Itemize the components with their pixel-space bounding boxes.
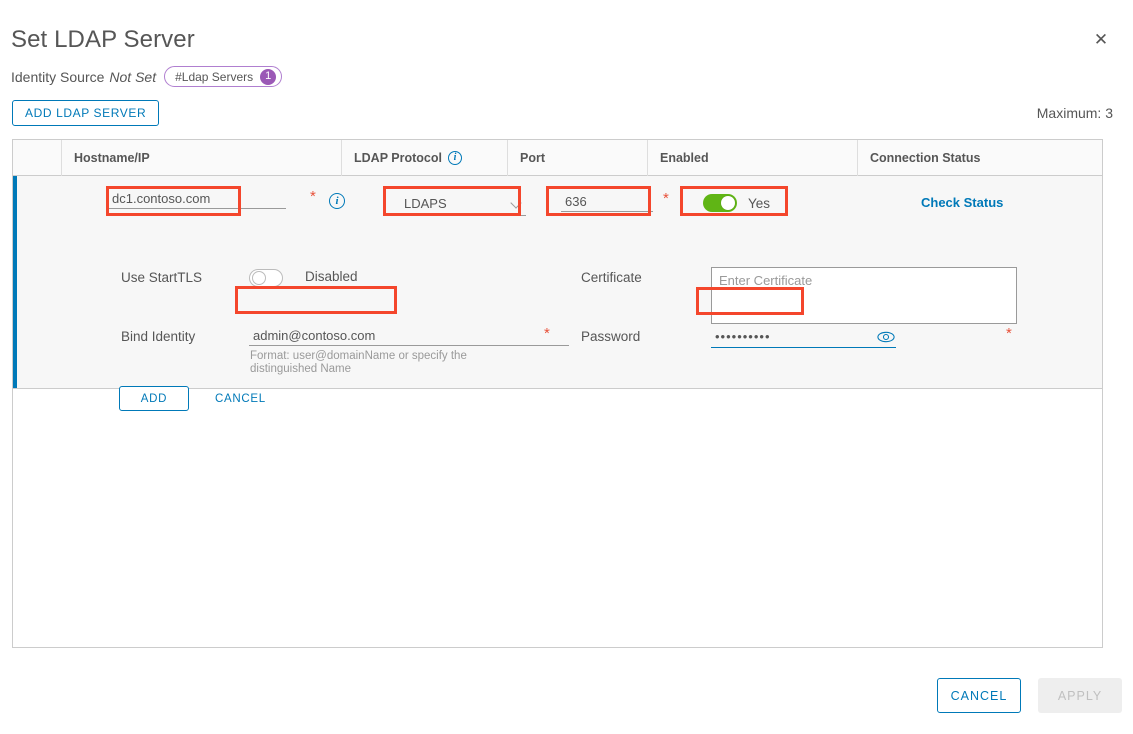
row-primary-fields: * i LDAPS * Yes Check Status: [13, 176, 1102, 228]
password-label: Password: [581, 329, 640, 344]
page-title: Set LDAP Server: [11, 26, 195, 54]
enabled-toggle-group: Yes: [703, 194, 770, 212]
set-ldap-server-dialog: Set LDAP Server ✕ Identity Source Not Se…: [0, 0, 1133, 734]
ldap-servers-badge-count: 1: [260, 69, 276, 85]
ldap-protocol-value: LDAPS: [404, 196, 447, 211]
column-header-port: Port: [507, 140, 647, 176]
port-required-marker: *: [663, 190, 669, 207]
column-header-select: [13, 140, 61, 176]
chevron-down-icon: [510, 197, 521, 208]
bind-identity-required-marker: *: [544, 325, 550, 342]
certificate-label: Certificate: [581, 270, 642, 285]
hostname-required-marker: *: [310, 188, 316, 205]
ldap-server-row-expanded: * i LDAPS * Yes Check Status Use StartTL…: [13, 176, 1102, 389]
cancel-button[interactable]: CANCEL: [937, 678, 1021, 713]
ldap-servers-badge-label: #Ldap Servers: [175, 70, 253, 84]
hostname-input[interactable]: [108, 189, 286, 209]
column-header-hostname: Hostname/IP: [61, 140, 341, 176]
add-button[interactable]: ADD: [119, 386, 189, 411]
enabled-toggle[interactable]: [703, 194, 737, 212]
add-ldap-server-button[interactable]: ADD LDAP SERVER: [12, 100, 159, 126]
identity-source-line: Identity Source Not Set #Ldap Servers 1: [11, 66, 282, 87]
ldap-protocol-select[interactable]: LDAPS: [398, 192, 526, 216]
password-required-marker: *: [1006, 325, 1012, 342]
column-header-protocol-label: LDAP Protocol: [354, 151, 442, 165]
row-cancel-button[interactable]: CANCEL: [209, 393, 272, 405]
ldap-servers-badge: #Ldap Servers 1: [164, 66, 282, 87]
eye-icon[interactable]: [877, 331, 895, 343]
start-tls-toggle[interactable]: [249, 269, 283, 287]
bind-identity-input[interactable]: [249, 326, 569, 346]
apply-button: APPLY: [1038, 678, 1122, 713]
enabled-toggle-knob: [721, 196, 735, 210]
identity-source-value: Not Set: [109, 69, 156, 85]
hostname-info-icon[interactable]: i: [329, 193, 345, 209]
column-header-connection-status: Connection Status: [857, 140, 1102, 176]
row-action-buttons: ADD CANCEL: [119, 386, 272, 411]
ldap-servers-table: Hostname/IP LDAP Protocol i Port Enabled…: [12, 139, 1103, 648]
enabled-toggle-label: Yes: [748, 196, 770, 211]
password-input[interactable]: [711, 326, 896, 348]
info-icon[interactable]: i: [448, 151, 462, 165]
certificate-textarea[interactable]: [711, 267, 1017, 324]
close-icon[interactable]: ✕: [1091, 31, 1111, 51]
start-tls-toggle-knob: [252, 271, 266, 285]
column-header-protocol: LDAP Protocol i: [341, 140, 507, 176]
bind-identity-helper-text: Format: user@domainName or specify the d…: [250, 350, 500, 376]
port-input[interactable]: [561, 192, 653, 212]
check-status-link[interactable]: Check Status: [921, 195, 1003, 210]
start-tls-label: Use StartTLS: [121, 270, 202, 285]
table-header-row: Hostname/IP LDAP Protocol i Port Enabled…: [13, 140, 1102, 176]
start-tls-value-label: Disabled: [305, 269, 358, 284]
bind-identity-label: Bind Identity: [121, 329, 195, 344]
maximum-servers-label: Maximum: 3: [1037, 105, 1113, 121]
column-header-enabled: Enabled: [647, 140, 857, 176]
identity-source-label: Identity Source: [11, 69, 104, 85]
